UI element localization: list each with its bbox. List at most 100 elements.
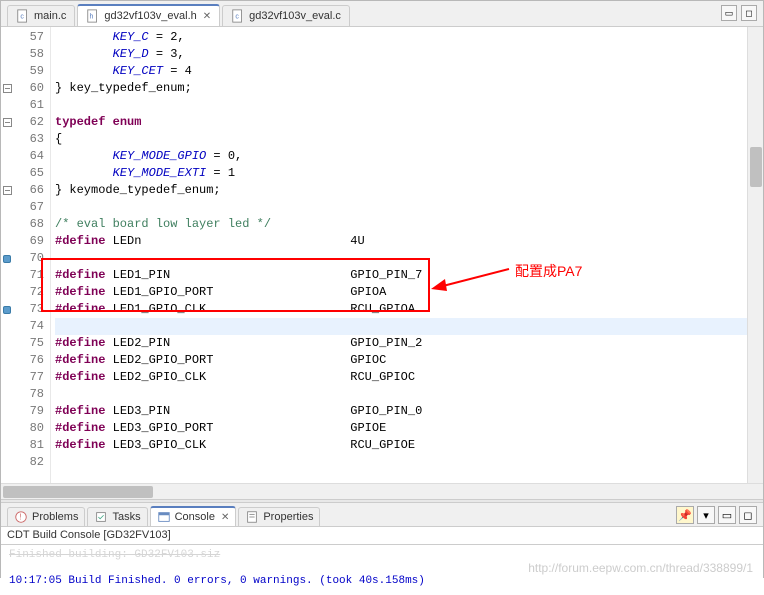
marker-cell — [1, 216, 13, 233]
line-number: 77 — [13, 369, 44, 386]
tab-label: gd32vf103v_eval.h — [104, 10, 196, 22]
code-area[interactable]: KEY_C = 2, KEY_D = 3, KEY_CET = 4} key_t… — [51, 27, 747, 483]
code-line[interactable]: #define LED1_GPIO_PORT GPIOA — [55, 284, 747, 301]
code-line[interactable] — [55, 386, 747, 403]
tab-label: Console — [175, 511, 215, 523]
bookmark-icon[interactable] — [3, 255, 11, 263]
code-line[interactable]: #define LED1_PIN GPIO_PIN_7 — [55, 267, 747, 284]
marker-cell — [1, 301, 13, 318]
tab-main-c[interactable]: c main.c — [7, 5, 75, 26]
minimize-button[interactable]: ▭ — [718, 506, 736, 524]
line-number: 68 — [13, 216, 44, 233]
tab-label: gd32vf103v_eval.c — [249, 10, 341, 22]
line-number: 67 — [13, 199, 44, 216]
code-line[interactable]: #define LED2_PIN GPIO_PIN_2 — [55, 335, 747, 352]
code-line[interactable]: #define LED3_PIN GPIO_PIN_0 — [55, 403, 747, 420]
bookmark-icon[interactable] — [3, 306, 11, 314]
bottom-panel: ! Problems Tasks Console ✕ Properties 📌 … — [1, 503, 763, 595]
tab-properties[interactable]: Properties — [238, 507, 320, 526]
line-number: 80 — [13, 420, 44, 437]
editor-tabs: c main.c h gd32vf103v_eval.h ✕ c gd32vf1… — [1, 1, 763, 27]
code-line[interactable]: } key_typedef_enum; — [55, 80, 747, 97]
marker-cell — [1, 335, 13, 352]
code-line[interactable] — [55, 454, 747, 471]
console-icon — [157, 510, 171, 524]
code-line[interactable]: /* eval board low layer led */ — [55, 216, 747, 233]
line-number: 59 — [13, 63, 44, 80]
marker-cell — [1, 454, 13, 471]
tab-console[interactable]: Console ✕ — [150, 506, 237, 526]
minimize-button[interactable]: ▭ — [721, 5, 737, 21]
marker-cell — [1, 250, 13, 267]
console-menu-button[interactable]: ▾ — [697, 506, 715, 524]
maximize-button[interactable]: ◻ — [739, 506, 757, 524]
code-line[interactable]: KEY_D = 3, — [55, 46, 747, 63]
line-number: 76 — [13, 352, 44, 369]
console-line: 10:17:05 Build Finished. 0 errors, 0 war… — [9, 575, 755, 587]
tab-eval-c[interactable]: c gd32vf103v_eval.c — [222, 5, 350, 26]
close-icon[interactable]: ✕ — [203, 11, 211, 22]
line-number: 71 — [13, 267, 44, 284]
code-line[interactable]: #define LED2_GPIO_CLK RCU_GPIOC — [55, 369, 747, 386]
maximize-button[interactable]: ◻ — [741, 5, 757, 21]
tab-problems[interactable]: ! Problems — [7, 507, 85, 526]
code-line[interactable] — [55, 199, 747, 216]
svg-text:c: c — [20, 14, 24, 21]
fold-toggle-icon[interactable] — [3, 186, 12, 195]
line-number-gutter: 5758596061626364656667686970717273747576… — [13, 27, 51, 483]
marker-cell — [1, 46, 13, 63]
vertical-scrollbar[interactable] — [747, 27, 763, 483]
code-line[interactable]: #define LEDn 4U — [55, 233, 747, 250]
watermark: http://forum.eepw.com.cn/thread/338899/1 — [528, 561, 753, 575]
code-line[interactable]: KEY_MODE_GPIO = 0, — [55, 148, 747, 165]
code-line[interactable]: typedef enum — [55, 114, 747, 131]
code-line[interactable]: KEY_CET = 4 — [55, 63, 747, 80]
tab-eval-h[interactable]: h gd32vf103v_eval.h ✕ — [77, 4, 220, 26]
marker-cell — [1, 403, 13, 420]
code-line[interactable]: #define LED1_GPIO_CLK RCU_GPIOA — [55, 301, 747, 318]
line-number: 57 — [13, 29, 44, 46]
code-line[interactable]: KEY_MODE_EXTI = 1 — [55, 165, 747, 182]
tab-label: Problems — [32, 511, 78, 523]
code-editor: 5758596061626364656667686970717273747576… — [1, 27, 763, 483]
marker-cell — [1, 318, 13, 335]
code-line[interactable]: #define LED3_GPIO_PORT GPIOE — [55, 420, 747, 437]
console-title: CDT Build Console [GD32FV103] — [1, 527, 763, 545]
marker-cell — [1, 369, 13, 386]
line-number: 63 — [13, 131, 44, 148]
code-line[interactable]: KEY_C = 2, — [55, 29, 747, 46]
scrollbar-thumb[interactable] — [750, 147, 762, 187]
code-line[interactable]: #define LED2_GPIO_PORT GPIOC — [55, 352, 747, 369]
marker-column — [1, 27, 13, 483]
code-line[interactable]: #define LED3_GPIO_CLK RCU_GPIOE — [55, 437, 747, 454]
tab-tasks[interactable]: Tasks — [87, 507, 147, 526]
horizontal-scrollbar[interactable] — [1, 483, 763, 499]
line-number: 81 — [13, 437, 44, 454]
bottom-tabs: ! Problems Tasks Console ✕ Properties 📌 … — [1, 503, 763, 527]
svg-text:!: ! — [19, 513, 21, 522]
line-number: 75 — [13, 335, 44, 352]
line-number: 79 — [13, 403, 44, 420]
h-file-icon: h — [86, 9, 100, 23]
code-line[interactable] — [55, 250, 747, 267]
fold-toggle-icon[interactable] — [3, 118, 12, 127]
code-line[interactable]: } keymode_typedef_enum; — [55, 182, 747, 199]
tab-label: Tasks — [112, 511, 140, 523]
marker-cell — [1, 267, 13, 284]
line-number: 73 — [13, 301, 44, 318]
fold-toggle-icon[interactable] — [3, 84, 12, 93]
marker-cell — [1, 420, 13, 437]
scrollbar-thumb[interactable] — [3, 486, 153, 498]
line-number: 74 — [13, 318, 44, 335]
close-icon[interactable]: ✕ — [221, 512, 229, 523]
line-number: 66 — [13, 182, 44, 199]
marker-cell — [1, 182, 13, 199]
code-line[interactable] — [55, 97, 747, 114]
line-number: 70 — [13, 250, 44, 267]
marker-cell — [1, 131, 13, 148]
tasks-icon — [94, 510, 108, 524]
code-line[interactable] — [55, 318, 747, 335]
tab-label: Properties — [263, 511, 313, 523]
pin-button[interactable]: 📌 — [676, 506, 694, 524]
code-line[interactable]: { — [55, 131, 747, 148]
